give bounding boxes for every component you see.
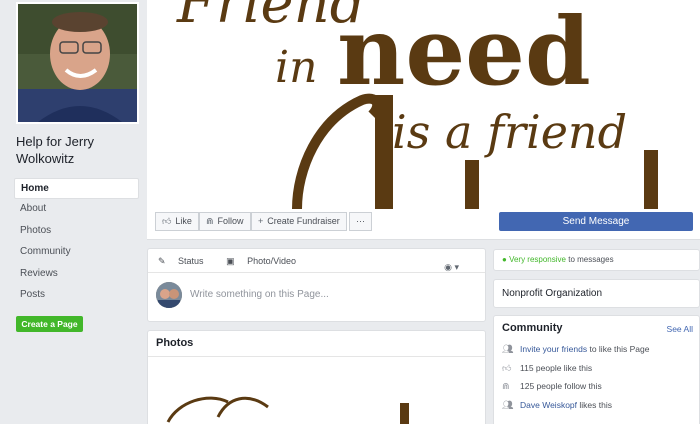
create-fundraiser-button[interactable]: + Create Fundraiser bbox=[251, 212, 347, 231]
profile-photo-image bbox=[18, 4, 137, 122]
rss-icon: ⋒ bbox=[502, 381, 510, 391]
photos-heading[interactable]: Photos bbox=[148, 331, 485, 357]
friend-likes-row: 👥︎ Dave Weiskopf likes this bbox=[494, 396, 699, 415]
profile-picture[interactable] bbox=[16, 2, 139, 124]
nav-photos[interactable]: Photos bbox=[14, 221, 139, 242]
composer-input[interactable]: Write something on this Page... bbox=[190, 289, 329, 300]
page-category[interactable]: Nonprofit Organization bbox=[493, 279, 700, 308]
composer-tabs: ✎ Status ▣ Photo/Video ◉ ▾ bbox=[148, 249, 485, 273]
avatar bbox=[156, 282, 182, 308]
composer-body[interactable]: Write something on this Page... bbox=[148, 273, 485, 321]
left-column: Help for Jerry Wolkowitz Home About Phot… bbox=[0, 0, 147, 424]
send-message-button[interactable]: Send Message bbox=[499, 212, 693, 231]
nav-about[interactable]: About bbox=[14, 199, 139, 220]
invite-friends-row: 👥︎ Invite your friends to like this Page bbox=[494, 340, 699, 359]
likes-count-row: 👍︎ 115 people like this bbox=[494, 359, 699, 378]
follows-count-row: ⋒ 125 people follow this bbox=[494, 377, 699, 396]
cover-line-isafriend: is a friend bbox=[392, 105, 627, 159]
follow-button[interactable]: ⋒ Follow bbox=[199, 212, 251, 231]
tab-status[interactable]: ✎ Status bbox=[158, 256, 214, 266]
message-bubble-icon: ● bbox=[502, 255, 510, 264]
friend-name-link[interactable]: Dave Weiskopf bbox=[520, 400, 577, 410]
invite-friends-link[interactable]: Invite your friends bbox=[520, 344, 587, 354]
cover-line-in: in bbox=[275, 42, 317, 93]
like-button[interactable]: 👍︎ Like bbox=[155, 212, 199, 231]
nav-home[interactable]: Home bbox=[14, 178, 139, 200]
see-all-link[interactable]: See All bbox=[667, 317, 693, 341]
cover-photo[interactable]: Friend in need is a friend bbox=[147, 0, 700, 209]
community-section: Community See All 👥︎ Invite your friends … bbox=[493, 315, 700, 424]
pencil-icon: ✎ bbox=[158, 256, 169, 266]
photo-icon: ▣ bbox=[226, 256, 238, 266]
nav-community[interactable]: Community bbox=[14, 242, 139, 263]
cover-artwork: Friend in need is a friend bbox=[176, 0, 658, 209]
people-icon: 👥︎ bbox=[502, 344, 514, 354]
rss-icon: ⋒ bbox=[206, 216, 214, 226]
page-title[interactable]: Help for Jerry Wolkowitz bbox=[16, 133, 136, 167]
more-options-button[interactable]: ··· bbox=[349, 212, 372, 231]
thumbs-up-icon: 👍︎ bbox=[162, 216, 172, 226]
plus-icon: + bbox=[258, 216, 264, 226]
responsiveness-badge: ● Very responsive to messages bbox=[493, 249, 700, 271]
tab-photo-video[interactable]: ▣ Photo/Video bbox=[226, 256, 306, 266]
nav-posts[interactable]: Posts bbox=[14, 285, 139, 306]
create-page-button[interactable]: Create a Page bbox=[16, 316, 83, 332]
cover-line-need: need bbox=[337, 0, 591, 107]
post-composer: ✎ Status ▣ Photo/Video ◉ ▾ Write somethi… bbox=[147, 248, 486, 322]
community-heading: Community See All bbox=[494, 316, 699, 340]
page-action-bar: 👍︎ Like ⋒ Follow + Create Fundraiser ··· Se… bbox=[147, 209, 700, 240]
thumbs-up-icon: 👍︎ bbox=[502, 362, 512, 373]
people-icon: 👥︎ bbox=[502, 399, 514, 410]
photo-thumbnail[interactable] bbox=[148, 357, 485, 424]
left-nav: Home About Photos Community Reviews Post… bbox=[14, 178, 139, 306]
nav-reviews[interactable]: Reviews bbox=[14, 264, 139, 285]
photos-section: Photos bbox=[147, 330, 486, 424]
